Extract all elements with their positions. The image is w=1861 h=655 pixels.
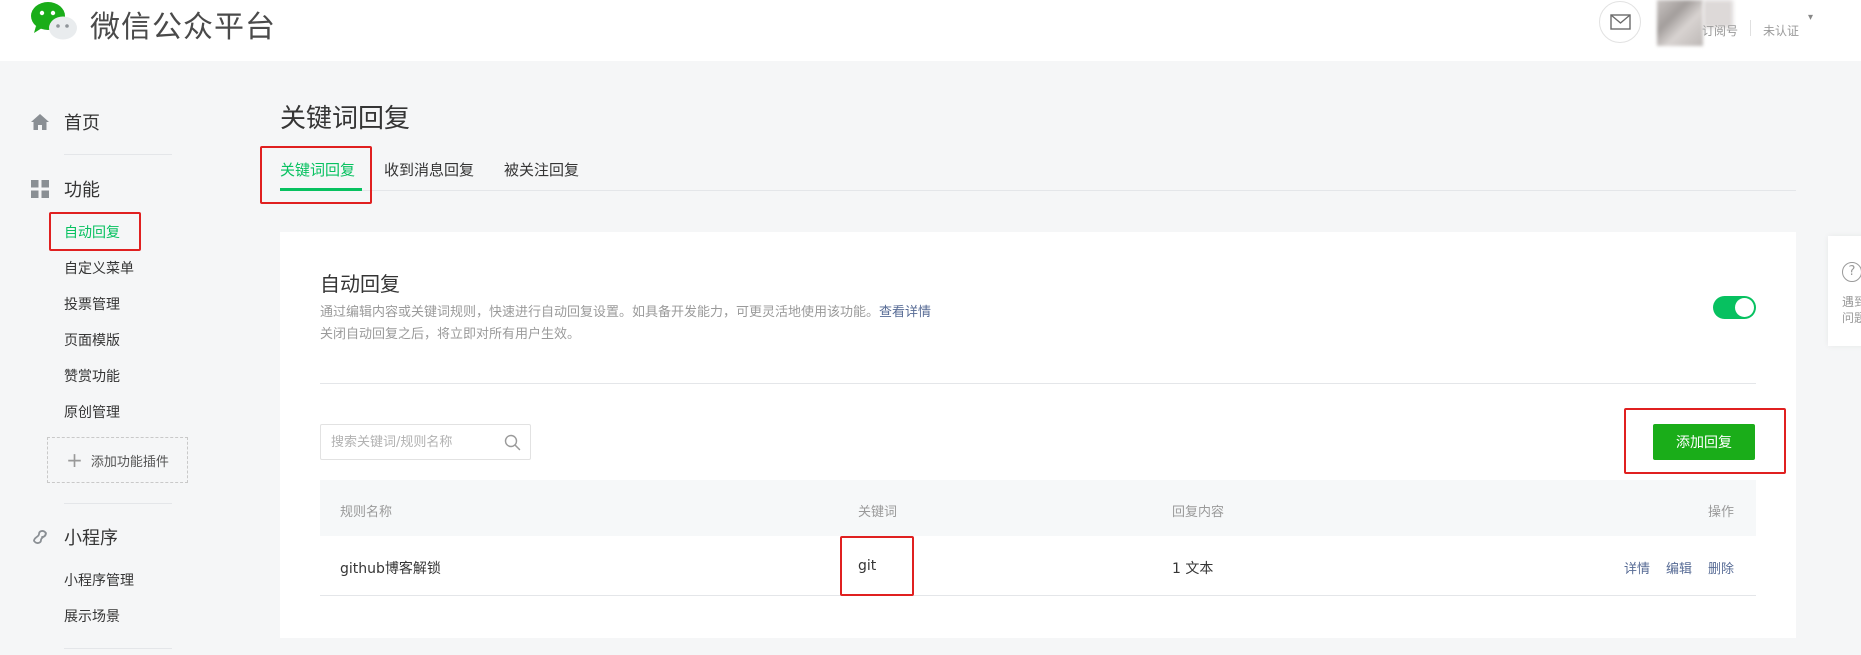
add-reply-button[interactable]: 添加回复 <box>1653 424 1755 460</box>
sidebar-section-features: 功能 <box>30 176 100 202</box>
sidebar-home-label: 首页 <box>64 113 100 134</box>
tab-message-reply[interactable]: 收到消息回复 <box>384 159 474 180</box>
search-box <box>320 424 531 460</box>
grid-icon <box>31 180 49 198</box>
desc-line-1: 通过编辑内容或关键词规则，快速进行自动回复设置。如具备开发能力，可更灵活地使用该… <box>320 305 880 320</box>
card-divider <box>320 383 1756 384</box>
sidebar-item-page-template[interactable]: 页面模版 <box>64 330 120 350</box>
mail-icon <box>1610 14 1631 30</box>
sidebar-divider <box>64 154 172 155</box>
account-type-label: 订阅号 <box>1702 24 1739 38</box>
home-icon <box>31 114 49 130</box>
help-text: 遇到 问题 <box>1842 294 1861 326</box>
sidebar-item-display-scene[interactable]: 展示场景 <box>64 606 120 626</box>
active-tab-indicator <box>280 188 362 191</box>
row-edit-link[interactable]: 编辑 <box>1666 558 1692 577</box>
wechat-logo-icon[interactable] <box>28 0 82 44</box>
table-header <box>320 480 1756 536</box>
tab-follow-reply[interactable]: 被关注回复 <box>504 159 579 180</box>
column-header-actions: 操作 <box>1708 505 1735 520</box>
sidebar-item-miniprogram-manage[interactable]: 小程序管理 <box>64 570 134 590</box>
account-dropdown-icon[interactable]: ▾ <box>1808 12 1813 23</box>
sidebar-features-label: 功能 <box>64 180 100 201</box>
plus-icon: + <box>66 448 83 472</box>
help-icon: ? <box>1842 262 1861 282</box>
account-avatar[interactable] <box>1657 0 1703 46</box>
tab-keyword-reply[interactable]: 关键词回复 <box>280 159 355 180</box>
toggle-knob <box>1735 298 1754 317</box>
row-details-link[interactable]: 详情 <box>1624 558 1650 577</box>
column-header-rule-name: 规则名称 <box>340 505 393 520</box>
account-status-label: 未认证 <box>1763 24 1800 38</box>
sidebar-item-vote[interactable]: 投票管理 <box>64 294 120 314</box>
help-text-line-1: 遇到 <box>1842 295 1861 309</box>
sidebar-divider <box>64 648 172 649</box>
card-title: 自动回复 <box>320 272 400 296</box>
sidebar-item-original[interactable]: 原创管理 <box>64 402 120 422</box>
row-rule-name: github博客解锁 <box>340 561 441 577</box>
top-bar: 微信公众平台 订阅号 未认证 ▾ <box>0 0 1861 61</box>
miniprogram-icon <box>33 530 47 544</box>
add-plugin-button[interactable]: + 添加功能插件 <box>47 437 188 483</box>
row-divider <box>320 595 1756 596</box>
desc-line-2: 关闭自动回复之后，将立即对所有用户生效。 <box>320 327 581 342</box>
help-text-line-2: 问题 <box>1842 311 1861 325</box>
page-title: 关键词回复 <box>280 104 411 134</box>
help-float-panel[interactable]: ? 遇到 问题 <box>1828 236 1861 346</box>
sidebar-miniprogram-label: 小程序 <box>64 528 118 549</box>
search-icon[interactable] <box>504 434 521 451</box>
add-plugin-label: 添加功能插件 <box>90 454 169 470</box>
sidebar-item-reward[interactable]: 赞赏功能 <box>64 366 120 386</box>
column-header-keyword: 关键词 <box>858 505 898 520</box>
sidebar-item-custom-menu[interactable]: 自定义菜单 <box>64 258 134 278</box>
sidebar-divider <box>64 503 172 504</box>
view-details-link[interactable]: 查看详情 <box>879 305 931 320</box>
row-reply-content: 1 文本 <box>1172 561 1214 577</box>
account-separator <box>1750 20 1751 36</box>
sidebar-section-miniprogram: 小程序 <box>30 524 118 550</box>
tabs-divider <box>280 190 1796 191</box>
auto-reply-toggle[interactable] <box>1713 296 1756 319</box>
card-description: 通过编辑内容或关键词规则，快速进行自动回复设置。如具备开发能力，可更灵活地使用该… <box>320 302 931 346</box>
row-delete-link[interactable]: 删除 <box>1708 558 1734 577</box>
sidebar-item-auto-reply[interactable]: 自动回复 <box>64 222 120 242</box>
sidebar-item-home[interactable]: 首页 <box>30 109 100 135</box>
column-header-reply-content: 回复内容 <box>1172 505 1225 520</box>
brand-title[interactable]: 微信公众平台 <box>90 2 276 46</box>
message-button[interactable] <box>1599 1 1641 43</box>
row-keyword: git <box>858 558 877 574</box>
search-input[interactable] <box>331 425 496 459</box>
